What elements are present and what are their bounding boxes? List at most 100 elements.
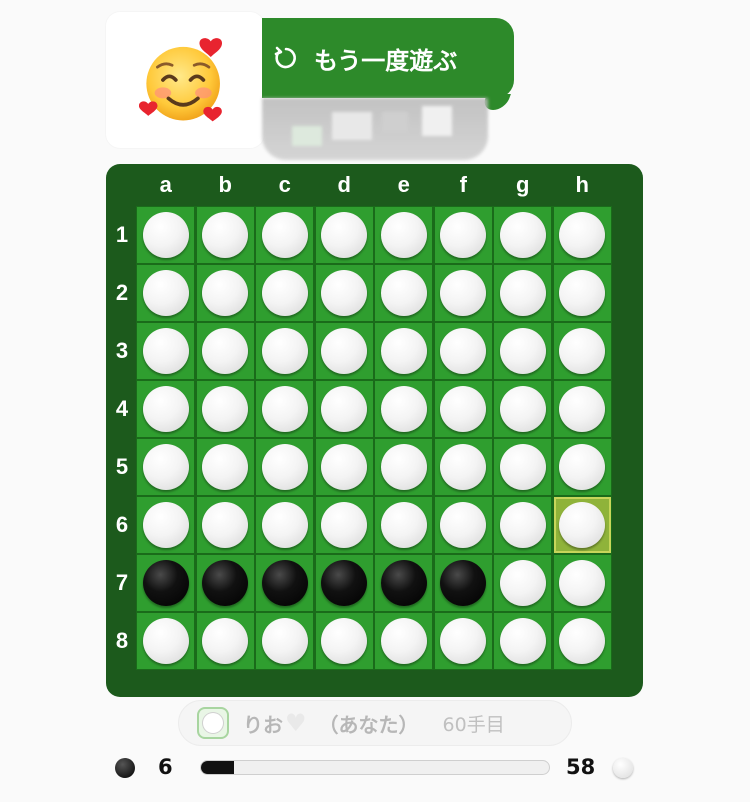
white-stone [499,386,546,432]
board-cell-d4[interactable] [315,381,373,437]
row-label-5: 5 [115,454,129,479]
white-stone [261,212,308,258]
row-label-6: 6 [115,512,129,537]
board-cell-d8[interactable] [315,613,373,669]
board-cell-d3[interactable] [315,323,373,379]
board-cell-b8[interactable] [196,613,254,669]
board-cell-e1[interactable] [375,207,432,263]
board-cell-f5[interactable] [434,439,492,495]
board-cell-c2[interactable] [256,265,313,321]
board-cell-g8[interactable] [494,613,551,669]
smiling-face-with-hearts-icon [139,34,231,126]
board-cell-d6[interactable] [315,497,373,553]
board-cell-e4[interactable] [375,381,432,437]
board-cell-a5[interactable] [137,439,194,495]
board-cell-c4[interactable] [256,381,313,437]
board-cell-d1[interactable] [315,207,373,263]
board-cell-e2[interactable] [375,265,432,321]
board-cell-g4[interactable] [494,381,551,437]
board-cell-c7[interactable] [256,555,313,611]
board-cell-c3[interactable] [256,323,313,379]
board-cell-b3[interactable] [196,323,254,379]
current-player-bar: りお ♥ （あなた） 60手目 [178,700,572,746]
board-cell-a3[interactable] [137,323,194,379]
row-label-8: 8 [115,628,129,653]
board-cell-a4[interactable] [137,381,194,437]
board-cell-a8[interactable] [137,613,194,669]
board-cell-a7[interactable] [137,555,194,611]
board-cell-e3[interactable] [375,323,432,379]
board-cell-b7[interactable] [196,555,254,611]
white-stone [380,270,427,316]
board-cell-f4[interactable] [434,381,492,437]
board-cell-f1[interactable] [434,207,492,263]
board-cell-b2[interactable] [196,265,254,321]
board-cell-g2[interactable] [494,265,551,321]
board-cell-c6[interactable] [256,497,313,553]
board-cell-e8[interactable] [375,613,432,669]
board-cell-b1[interactable] [196,207,254,263]
board-cell-a2[interactable] [137,265,194,321]
board-cell-c1[interactable] [256,207,313,263]
board-cell-b5[interactable] [196,439,254,495]
white-stone [321,386,367,432]
board-cell-b6[interactable] [196,497,254,553]
white-stone [202,270,248,316]
board-cell-f2[interactable] [434,265,492,321]
white-stone [261,618,308,664]
white-stone [440,502,486,548]
white-stone [261,444,308,490]
board-cell-b4[interactable] [196,381,254,437]
board-cell-h1[interactable] [553,207,611,263]
white-stone [499,618,546,664]
board-cell-g6[interactable] [494,497,551,553]
column-label-b: b [218,172,232,197]
board-cell-h8[interactable] [553,613,611,669]
white-stone [142,444,189,490]
row-label-2: 2 [115,280,129,305]
blurred-content [262,98,488,160]
white-stone [321,328,367,374]
board-cell-e5[interactable] [375,439,432,495]
board-cell-d7[interactable] [315,555,373,611]
white-stone [261,270,308,316]
board-cell-f7[interactable] [434,555,492,611]
opponent-avatar [106,12,264,148]
board-cell-d2[interactable] [315,265,373,321]
white-stone-icon [613,758,633,778]
board-cell-h6[interactable] [553,497,611,553]
board-cell-h5[interactable] [553,439,611,495]
board-cell-h7[interactable] [553,555,611,611]
board-cell-g5[interactable] [494,439,551,495]
board-cell-e6[interactable] [375,497,432,553]
white-stone [440,618,486,664]
white-stone [559,502,605,548]
board-cell-e7[interactable] [375,555,432,611]
board-cell-f6[interactable] [434,497,492,553]
black-stone [261,560,308,606]
white-stone [440,328,486,374]
replay-button[interactable]: もう一度遊ぶ [262,18,514,110]
white-stone [380,212,427,258]
board-cell-c5[interactable] [256,439,313,495]
black-stone [440,560,486,606]
white-stone [202,386,248,432]
board-cell-h2[interactable] [553,265,611,321]
board-cell-h4[interactable] [553,381,611,437]
white-stone [202,212,248,258]
black-stone [202,560,248,606]
board-cell-g1[interactable] [494,207,551,263]
board-cell-d5[interactable] [315,439,373,495]
board-cell-a1[interactable] [137,207,194,263]
white-stone [499,444,546,490]
othello-board[interactable] [136,206,612,670]
board-cell-g3[interactable] [494,323,551,379]
board-cell-c8[interactable] [256,613,313,669]
board-cell-h3[interactable] [553,323,611,379]
board-cell-g7[interactable] [494,555,551,611]
board-cell-f3[interactable] [434,323,492,379]
board-cell-a6[interactable] [137,497,194,553]
board-cell-f8[interactable] [434,613,492,669]
white-stone [440,212,486,258]
column-label-f: f [459,172,467,197]
